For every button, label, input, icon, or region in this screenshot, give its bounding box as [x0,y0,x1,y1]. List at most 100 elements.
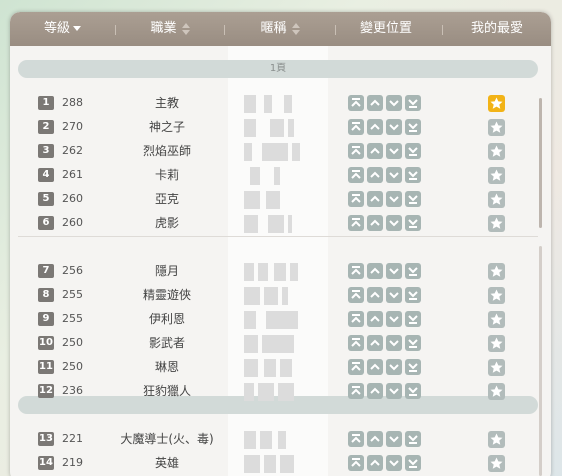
table-row: 7 256 隱月 [10,260,551,284]
move-top-button[interactable] [348,359,364,375]
move-top-button[interactable] [348,455,364,471]
move-top-button[interactable] [348,191,364,207]
move-down-button[interactable] [386,95,402,111]
move-bottom-button[interactable] [405,311,421,327]
level-value: 236 [62,384,83,397]
move-down-button[interactable] [386,167,402,183]
move-up-button[interactable] [367,263,383,279]
move-down-button[interactable] [386,263,402,279]
move-down-button[interactable] [386,143,402,159]
move-up-button[interactable] [367,215,383,231]
blurred-nickname-segment [264,359,276,377]
move-bottom-button[interactable] [405,431,421,447]
level-header-label: 等級 [43,21,70,36]
favorite-toggle[interactable] [488,191,505,208]
favorite-toggle[interactable] [488,143,505,160]
blurred-nickname-segment [244,383,254,401]
blurred-nickname-segment [274,167,280,185]
nickname-redacted [244,263,304,281]
move-up-button[interactable] [367,335,383,351]
move-up-button[interactable] [367,431,383,447]
reorder-buttons [348,95,424,111]
favorite-toggle[interactable] [488,455,505,472]
table-row: 8 255 精靈遊俠 [10,284,551,308]
move-bottom-button[interactable] [405,263,421,279]
job-header-label: 職業 [150,21,177,36]
table-row: 5 260 亞克 [10,188,551,212]
rank-badge: 5 [38,192,54,206]
move-bottom-button[interactable] [405,95,421,111]
move-bottom-button[interactable] [405,191,421,207]
move-down-button[interactable] [386,335,402,351]
move-bottom-button[interactable] [405,143,421,159]
move-bottom-button[interactable] [405,287,421,303]
move-down-button[interactable] [386,455,402,471]
favorite-toggle[interactable] [488,215,505,232]
move-top-button[interactable] [348,383,364,399]
favorite-toggle[interactable] [488,287,505,304]
move-top-button[interactable] [348,335,364,351]
table-row: 3 262 烈焰巫師 [10,140,551,164]
move-bottom-button[interactable] [405,215,421,231]
move-up-button[interactable] [367,359,383,375]
move-down-button[interactable] [386,383,402,399]
move-up-button[interactable] [367,143,383,159]
move-bottom-button[interactable] [405,167,421,183]
move-up-button[interactable] [367,119,383,135]
reorder-buttons [348,335,424,351]
table-row: 14 219 英雄 [10,452,551,476]
move-up-button[interactable] [367,383,383,399]
favorite-toggle[interactable] [488,119,505,136]
move-up-button[interactable] [367,455,383,471]
reorder-buttons [348,287,424,303]
job-name: 精靈遊俠 [142,288,191,302]
favorite-toggle[interactable] [488,95,505,112]
favorite-toggle[interactable] [488,167,505,184]
move-top-button[interactable] [348,95,364,111]
table-row: 10 250 影武者 [10,332,551,356]
move-top-button[interactable] [348,167,364,183]
move-top-button[interactable] [348,263,364,279]
move-down-button[interactable] [386,359,402,375]
favorite-toggle[interactable] [488,383,505,400]
favorite-toggle[interactable] [488,359,505,376]
move-top-button[interactable] [348,287,364,303]
move-up-button[interactable] [367,191,383,207]
reorder-buttons [348,311,424,327]
move-top-button[interactable] [348,431,364,447]
move-top-button[interactable] [348,119,364,135]
move-down-button[interactable] [386,287,402,303]
table-row: 4 261 卡莉 [10,164,551,188]
move-bottom-button[interactable] [405,383,421,399]
move-down-button[interactable] [386,431,402,447]
blurred-nickname-segment [264,455,276,473]
sort-by-nickname-header[interactable]: 暱稱 [225,12,335,46]
favorite-toggle[interactable] [488,311,505,328]
move-up-button[interactable] [367,311,383,327]
move-top-button[interactable] [348,143,364,159]
move-up-button[interactable] [367,95,383,111]
move-bottom-button[interactable] [405,119,421,135]
sort-by-level-header[interactable]: 等級 [10,12,115,46]
nickname-redacted [244,359,304,377]
move-bottom-button[interactable] [405,335,421,351]
move-down-button[interactable] [386,215,402,231]
move-down-button[interactable] [386,191,402,207]
nickname-redacted [244,215,304,233]
move-bottom-button[interactable] [405,455,421,471]
favorite-toggle[interactable] [488,335,505,352]
blurred-nickname-segment [258,263,268,281]
favorite-toggle[interactable] [488,431,505,448]
table-header: 等級 職業 暱稱 變更位置 我的最愛 [10,12,551,46]
move-down-button[interactable] [386,119,402,135]
blurred-nickname-segment [244,359,258,377]
move-bottom-button[interactable] [405,359,421,375]
sort-by-job-header[interactable]: 職業 [116,12,224,46]
move-top-button[interactable] [348,311,364,327]
move-up-button[interactable] [367,287,383,303]
move-top-button[interactable] [348,215,364,231]
move-up-button[interactable] [367,167,383,183]
favorite-toggle[interactable] [488,263,505,280]
reorder-buttons [348,455,424,471]
move-down-button[interactable] [386,311,402,327]
